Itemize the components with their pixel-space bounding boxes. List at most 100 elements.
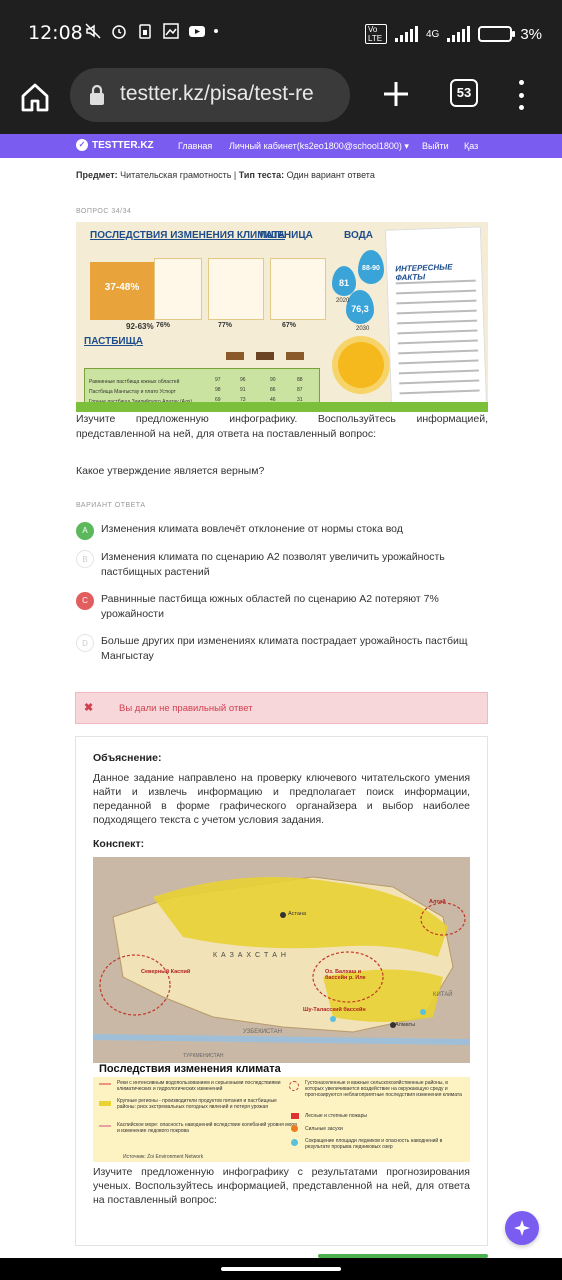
glacier-icon	[291, 1139, 298, 1146]
status-time: 12:08	[28, 22, 83, 44]
signal-icon	[394, 26, 418, 42]
explanation-title: Объяснение:	[93, 752, 162, 764]
home-gesture-handle[interactable]	[221, 1267, 341, 1271]
option-a-circle[interactable]: A	[76, 522, 94, 540]
pasture-row-2-label: Пастбища Мангыстау и плато Устюрт	[89, 389, 176, 395]
option-a-text[interactable]: Изменения климата вовлечёт отклонение от…	[101, 522, 471, 537]
signal-icon-2	[447, 26, 471, 42]
konspekt-title: Конспект:	[93, 838, 145, 850]
dot-icon	[214, 29, 218, 33]
water-drop-1: 88-90	[358, 250, 384, 284]
mute-icon	[85, 23, 101, 39]
legend-item-6: Сильные засухи	[305, 1126, 343, 1132]
options-label: ВАРИАНТ ОТВЕТА	[76, 502, 146, 509]
map-region-balkhash: Оз. Балхаш и бассейн р. Иле	[325, 969, 366, 981]
logo-text: TESTTER.KZ	[92, 139, 154, 151]
option-d-text[interactable]: Больше других при изменениях климата пос…	[101, 634, 471, 664]
pasture-row-2-value-1: 98	[215, 387, 221, 393]
gallery-icon	[163, 23, 179, 39]
wheat-table-1	[154, 258, 202, 320]
option-d[interactable]: D Больше других при изменениях климата п…	[76, 634, 488, 674]
new-tab-icon[interactable]	[380, 78, 412, 110]
map-source: Источник: Zoi Environment Network	[123, 1154, 204, 1160]
lock-icon	[90, 84, 104, 105]
fire-icon	[291, 1113, 299, 1119]
nav-link-lang[interactable]: Қаз	[464, 141, 478, 151]
ai-assistant-button[interactable]	[505, 1211, 539, 1245]
question-instruction: Изучите предложенную инфографику. Воспол…	[76, 413, 488, 440]
system-nav-bar	[0, 1258, 562, 1280]
status-right: Vo LTE 4G 3%	[364, 24, 542, 44]
address-bar[interactable]: testter.kz/pisa/test-re	[70, 68, 350, 122]
option-d-circle[interactable]: D	[76, 634, 94, 652]
question-prompt: Какое утверждение является верным?	[76, 465, 265, 477]
legend-river-swatch	[99, 1083, 111, 1085]
second-instruction: Изучите предложенную инфографику с резул…	[93, 1166, 470, 1206]
infographic-title: ПОСЛЕДСТВИЯ ИЗМЕНЕНИЯ КЛИМАТА	[90, 230, 285, 241]
pasture-row-2-value-3: 86	[270, 387, 276, 393]
map-legend: Реки с интенсивным водопользованием и се…	[93, 1077, 470, 1162]
sparkle-icon	[514, 1220, 530, 1236]
legend-zone-swatch	[289, 1081, 299, 1091]
test-type-value: Один вариант ответа	[286, 170, 375, 180]
pasture-row-1-value-1: 97	[215, 377, 221, 383]
battery-level: 3%	[520, 25, 542, 43]
wheat-pct: 37-48%	[104, 282, 140, 293]
subject-value: Читательская грамотность	[120, 170, 232, 180]
meta-separator: |	[233, 170, 237, 180]
option-b-circle[interactable]: B	[76, 550, 94, 568]
close-icon: ✖	[84, 702, 94, 714]
volte-badge: Vo LTE	[364, 24, 387, 44]
facts-notebook: ИНТЕРЕСНЫЕ ФАКТЫ	[384, 226, 488, 410]
alarm-icon	[112, 25, 126, 39]
status-icons	[84, 22, 218, 40]
youtube-icon	[189, 26, 205, 37]
legend-item-7: Сокращение площади ледников и опасность …	[305, 1138, 443, 1150]
tab-switcher-button[interactable]: 53	[450, 79, 478, 107]
wheat-pct2: 92-63%	[126, 322, 154, 331]
climate-map-infographic: К А З А Х С Т А Н Северный Каспий Оз. Ба…	[93, 857, 470, 1162]
site-navbar: ✓ TESTTER.KZ Главная Личный кабинет(ks2e…	[0, 134, 562, 158]
wheat-total-1: 76%	[156, 322, 171, 329]
network-type: 4G	[425, 28, 440, 40]
site-logo[interactable]: ✓ TESTTER.KZ	[76, 139, 154, 151]
legend-item-3: Каспийское море: опасность наводнений вс…	[117, 1122, 297, 1134]
map-region-caspian: Северный Каспий	[141, 969, 191, 975]
option-b[interactable]: B Изменения климата по сценарию А2 позво…	[76, 550, 488, 590]
kazakhstan-map: К А З А Х С Т А Н Северный Каспий Оз. Ба…	[93, 857, 470, 1063]
option-c[interactable]: C Равнинные пастбища южных областей по с…	[76, 592, 488, 632]
url-text[interactable]: testter.kz/pisa/test-re	[120, 82, 342, 106]
pasture-row-2-value-2: 91	[240, 387, 246, 393]
map-neighbor-turkmenistan: ТУРКМЕНИСТАН	[183, 1053, 224, 1059]
home-icon[interactable]	[18, 80, 52, 114]
nav-link-home[interactable]: Главная	[178, 141, 212, 151]
wheat-badge: 37-48%	[90, 262, 154, 320]
section-wheat: ПШЕНИЦА	[260, 230, 313, 241]
explanation-panel: Объяснение: Данное задание направлено на…	[75, 736, 488, 1246]
sun-icon	[338, 342, 384, 388]
section-pasture: ПАСТБИЩА	[84, 336, 144, 347]
map-region-shu: Шу-Таласский бассейн	[303, 1007, 366, 1013]
water-drop-3: 76,3	[346, 290, 374, 324]
pasture-row-1-label: Равнинные пастбища южных областей	[89, 379, 180, 385]
status-bar: 12:08 Vo LTE 4G 3%	[0, 0, 562, 68]
test-meta: Предмет: Читательская грамотность | Тип …	[76, 170, 375, 180]
nav-link-logout[interactable]: Выйти	[422, 141, 449, 151]
map-city-almaty: Алматы	[395, 1022, 416, 1028]
option-b-text[interactable]: Изменения климата по сценарию А2 позволя…	[101, 550, 471, 580]
option-c-circle[interactable]: C	[76, 592, 94, 610]
more-menu-icon[interactable]	[516, 80, 526, 110]
legend-sea-swatch	[99, 1125, 111, 1127]
option-c-text[interactable]: Равнинные пастбища южных областей по сце…	[101, 592, 471, 622]
pasture-row-1-value-4: 88	[297, 377, 303, 383]
explanation-text: Данное задание направлено на проверку кл…	[93, 772, 470, 826]
water-year-2: 2030	[356, 326, 370, 332]
drought-icon	[291, 1125, 298, 1132]
test-type-label: Тип теста:	[238, 170, 285, 180]
wheat-total-2: 77%	[218, 322, 233, 329]
legend-item-4: Густонаселенные и важные сельскохозяйств…	[305, 1080, 462, 1098]
wrong-answer-alert: ✖ Вы дали не правильный ответ	[75, 692, 488, 724]
legend-crop-swatch	[99, 1101, 111, 1106]
nav-link-cabinet[interactable]: Личный кабинет(ks2eo1800@school1800) ▾	[229, 141, 409, 152]
wheat-table-2	[208, 258, 264, 320]
